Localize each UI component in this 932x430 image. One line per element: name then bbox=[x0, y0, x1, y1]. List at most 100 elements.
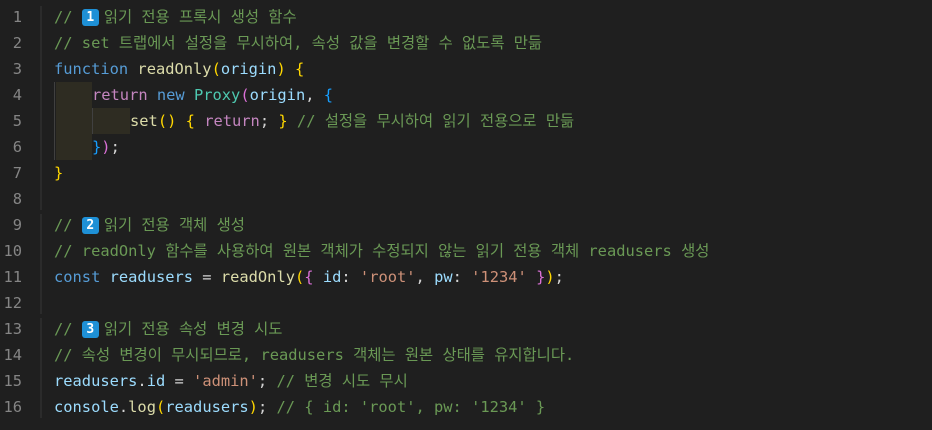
code-token: , bbox=[305, 86, 324, 104]
code-line[interactable]: 2 // set 트랩에서 설정을 무시하여, 속성 값을 변경할 수 없도록 만… bbox=[0, 30, 932, 56]
gutter-section-bar bbox=[40, 6, 42, 210]
code-token: 읽기 전용 객체 생성 bbox=[103, 216, 245, 234]
code-token: pw bbox=[434, 268, 453, 286]
code-line[interactable]: 11 const readusers = readOnly({ id: 'root… bbox=[0, 264, 932, 290]
line-number: 4 bbox=[12, 86, 22, 104]
line-number: 13 bbox=[3, 320, 22, 338]
code-token: 'root' bbox=[359, 268, 416, 286]
code-token: // bbox=[54, 216, 82, 234]
code-content: function readOnly(origin) { bbox=[54, 56, 304, 82]
code-token: // set 트랩에서 설정을 무시하여, 속성 값을 변경할 수 없도록 만듦 bbox=[54, 34, 543, 52]
code-line[interactable]: 10 // readOnly 함수를 사용하여 원본 객체가 수정되지 않는 읽기… bbox=[0, 238, 932, 264]
code-line[interactable]: 5 set() { return; } // 설정을 무시하여 읽기 전용으로 만… bbox=[0, 108, 932, 134]
code-content: // 3 읽기 전용 속성 변경 시도 bbox=[54, 316, 282, 342]
code-token: return bbox=[92, 86, 148, 104]
code-token: 읽기 전용 속성 변경 시도 bbox=[103, 320, 283, 338]
code-editor[interactable]: 1// 1 읽기 전용 프록시 생성 함수 2// set 트랩에서 설정을 무시하… bbox=[0, 0, 932, 430]
code-line[interactable]: 4 return new Proxy(origin, { bbox=[0, 82, 932, 108]
code-line[interactable]: 14 // 속성 변경이 무시되므로, readusers 객체는 원본 상태를 … bbox=[0, 342, 932, 368]
code-token: } bbox=[54, 164, 64, 182]
code-token: { bbox=[295, 60, 305, 78]
code-token: readOnly bbox=[137, 60, 212, 78]
line-number: 15 bbox=[3, 372, 22, 390]
code-token: } bbox=[536, 268, 546, 286]
code-token: ) bbox=[276, 60, 286, 78]
code-token: } bbox=[278, 112, 288, 130]
indent-whitespace-highlight bbox=[56, 108, 130, 134]
code-content: // 2 읽기 전용 객체 생성 bbox=[54, 212, 245, 238]
code-line[interactable]: 7} bbox=[0, 160, 932, 186]
code-token: 읽기 전용 프록시 생성 함수 bbox=[103, 8, 297, 26]
indent-guide bbox=[54, 134, 55, 160]
line-number: 1 bbox=[12, 8, 22, 26]
code-token: // readOnly 함수를 사용하여 원본 객체가 수정되지 않는 읽기 전… bbox=[54, 242, 710, 260]
code-token: return bbox=[204, 112, 260, 130]
line-number: 6 bbox=[12, 138, 22, 156]
code-token: ; bbox=[257, 398, 277, 416]
code-line[interactable]: 9 // 2 읽기 전용 객체 생성 bbox=[0, 212, 932, 238]
code-token: = bbox=[193, 268, 221, 286]
code-line[interactable]: 12 bbox=[0, 290, 932, 316]
code-token: { bbox=[323, 86, 334, 104]
indent-guide bbox=[54, 108, 55, 134]
code-line[interactable]: 16 console.log(readusers); // { id: 'root… bbox=[0, 394, 932, 420]
code-content: return new Proxy(origin, { bbox=[92, 82, 333, 108]
code-token: // { id: 'root', pw: '1234' } bbox=[276, 398, 546, 416]
code-content: } bbox=[54, 160, 63, 186]
code-content: }); bbox=[92, 134, 120, 160]
code-token: . bbox=[137, 372, 147, 390]
code-token: log bbox=[128, 398, 156, 416]
code-line[interactable]: 6}); bbox=[0, 134, 932, 160]
indent-whitespace-highlight bbox=[56, 134, 92, 160]
code-content: // set 트랩에서 설정을 무시하여, 속성 값을 변경할 수 없도록 만듦 bbox=[54, 30, 542, 56]
code-token: ( bbox=[294, 268, 305, 286]
code-token: ) bbox=[248, 398, 258, 416]
code-line[interactable]: 15 readusers.id = 'admin'; // 변경 시도 무시 bbox=[0, 368, 932, 394]
code-token: // bbox=[54, 320, 82, 338]
code-content: // 1 읽기 전용 프록시 생성 함수 bbox=[54, 4, 297, 30]
code-content: // readOnly 함수를 사용하여 원본 객체가 수정되지 않는 읽기 전… bbox=[54, 238, 709, 264]
line-number: 12 bbox=[3, 294, 22, 312]
code-token: ( bbox=[240, 86, 250, 104]
code-content: readusers.id = 'admin'; // 변경 시도 무시 bbox=[54, 368, 408, 394]
code-line[interactable]: 8 bbox=[0, 186, 932, 212]
code-token: = bbox=[165, 372, 194, 390]
code-token: origin bbox=[249, 86, 306, 104]
code-token: Proxy bbox=[193, 86, 241, 104]
line-number: 7 bbox=[12, 164, 22, 182]
code-line[interactable]: 13 // 3 읽기 전용 속성 변경 시도 bbox=[0, 316, 932, 342]
code-token: id bbox=[146, 372, 166, 390]
code-token: 'admin' bbox=[193, 372, 258, 390]
code-token: ; bbox=[110, 138, 120, 156]
step-number-badge: 3 bbox=[81, 321, 99, 338]
code-token: ( bbox=[211, 60, 221, 78]
step-number-badge: 2 bbox=[81, 217, 99, 234]
code-token: readusers bbox=[54, 372, 138, 390]
gutter-section-bar bbox=[40, 214, 42, 314]
line-number: 5 bbox=[12, 112, 22, 130]
code-token: // 변경 시도 무시 bbox=[276, 372, 408, 390]
gutter-section-bar bbox=[40, 318, 42, 418]
code-token: const bbox=[54, 268, 101, 286]
line-number: 16 bbox=[3, 398, 22, 416]
code-token: () bbox=[157, 112, 177, 130]
code-line[interactable]: 3 function readOnly(origin) { bbox=[0, 56, 932, 82]
code-content: const readusers = readOnly({ id: 'root',… bbox=[54, 264, 564, 290]
code-token: function bbox=[54, 60, 129, 78]
code-token: origin bbox=[220, 60, 277, 78]
code-line[interactable]: 1 // 1 읽기 전용 프록시 생성 함수 bbox=[0, 4, 932, 30]
code-content: // 속성 변경이 무시되므로, readusers 객체는 원본 상태를 유지… bbox=[54, 342, 574, 368]
line-number: 8 bbox=[12, 190, 22, 208]
line-number: 11 bbox=[3, 268, 22, 286]
code-token: new bbox=[156, 86, 185, 104]
code-token: ; bbox=[554, 268, 564, 286]
code-token: // 속성 변경이 무시되므로, readusers 객체는 원본 상태를 유지… bbox=[54, 346, 575, 364]
